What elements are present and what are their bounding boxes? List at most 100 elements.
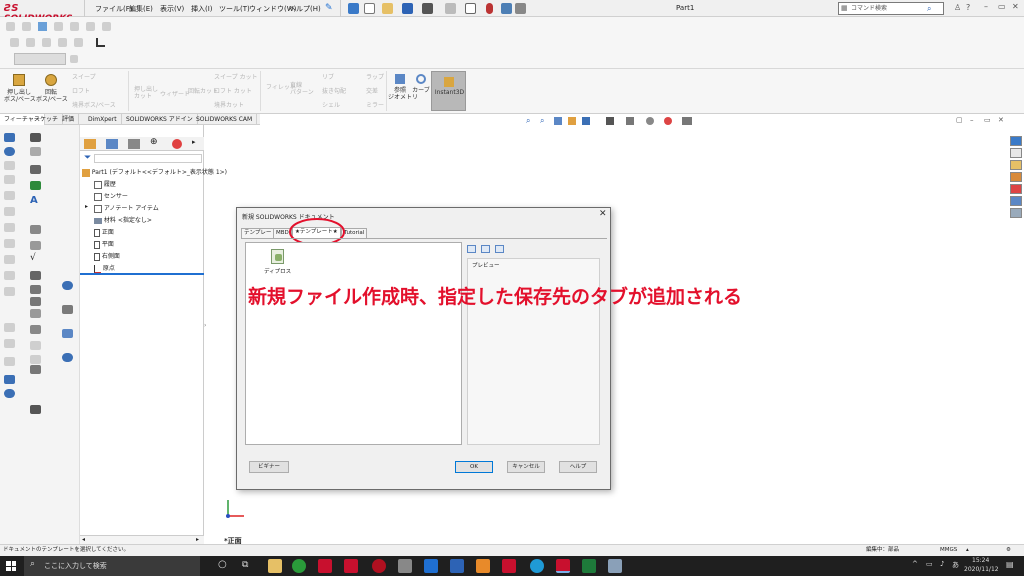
- tree-item-right-plane[interactable]: 右側面: [94, 251, 120, 261]
- task-view-icon[interactable]: ⧉: [242, 560, 248, 570]
- filter-icon[interactable]: ⏷: [84, 153, 91, 163]
- rib-button[interactable]: リブ: [322, 72, 334, 81]
- tab-evaluate[interactable]: 評価: [58, 114, 80, 125]
- tool-icon[interactable]: [4, 339, 15, 348]
- solidworks-active-taskbar-icon[interactable]: [556, 559, 570, 573]
- help-button[interactable]: ?: [966, 3, 970, 12]
- rollback-bar[interactable]: [80, 273, 204, 275]
- units-dropdown-icon[interactable]: ▴: [966, 545, 969, 556]
- menu-insert[interactable]: 挿入(I): [191, 4, 213, 14]
- previous-view-icon[interactable]: [554, 117, 562, 125]
- tool-icon[interactable]: [10, 38, 19, 47]
- new-document-icon[interactable]: [364, 3, 375, 14]
- tool-icon[interactable]: [30, 355, 41, 364]
- tab-solidworks-cam[interactable]: SOLIDWORKS CAM: [192, 114, 258, 125]
- datum-target-icon[interactable]: [30, 297, 41, 306]
- tool-icon[interactable]: [38, 22, 47, 31]
- notification-icon[interactable]: ▤: [1006, 560, 1014, 569]
- boundary-boss-button[interactable]: 境界ボス/ベース: [72, 100, 116, 109]
- dx-taskbar-icon[interactable]: [502, 559, 516, 573]
- chrome-taskbar-icon[interactable]: [292, 559, 306, 573]
- cortana-icon[interactable]: ○: [218, 559, 227, 570]
- tool-icon[interactable]: [54, 22, 63, 31]
- tool-icon[interactable]: [4, 271, 15, 280]
- save-icon[interactable]: [402, 3, 413, 14]
- file-explorer-icon[interactable]: [1010, 160, 1022, 170]
- menu-file[interactable]: ファイル(F): [95, 4, 133, 14]
- linear-pattern-button[interactable]: 直線 パターン: [290, 82, 314, 96]
- list-view-button[interactable]: [481, 245, 490, 253]
- solidworks-resources-icon[interactable]: [1010, 136, 1022, 146]
- appearance-icon[interactable]: [664, 117, 672, 125]
- tool-icon[interactable]: [62, 353, 73, 362]
- wrap-button[interactable]: ラップ: [366, 72, 384, 81]
- restore-button[interactable]: ▭: [998, 2, 1006, 11]
- dynamic-annotation-icon[interactable]: [582, 117, 590, 125]
- tool-icon[interactable]: [4, 161, 15, 170]
- tool-icon[interactable]: [4, 255, 15, 264]
- solidworks-forum-icon[interactable]: [1010, 208, 1022, 218]
- tool-icon[interactable]: [74, 38, 83, 47]
- sweep-boss-button[interactable]: スイープ: [72, 72, 96, 81]
- intersect-button[interactable]: 交差: [366, 86, 378, 95]
- tree-item-sensors[interactable]: センサー: [94, 191, 128, 201]
- tray-overflow-icon[interactable]: ^: [912, 560, 918, 568]
- mirror-button[interactable]: ミラー: [366, 100, 384, 109]
- solidworks-2016-taskbar-icon[interactable]: [344, 559, 358, 573]
- extrude-boss-button[interactable]: 押し出し ボス/ベース: [4, 72, 36, 110]
- curves-button[interactable]: カーブ: [412, 72, 430, 110]
- feature-manager-tab[interactable]: [84, 139, 96, 149]
- tree-item-history[interactable]: 履歴: [94, 179, 116, 189]
- taskbar-search-box[interactable]: ⌕ ここに入力して検索: [24, 556, 200, 576]
- outlook-taskbar-icon[interactable]: [424, 559, 438, 573]
- tool-icon[interactable]: [4, 191, 15, 200]
- network-icon[interactable]: ▭: [926, 560, 933, 568]
- zoom-to-fit-icon[interactable]: ⌕: [526, 116, 530, 126]
- tool-icon[interactable]: [30, 309, 41, 318]
- tool-icon[interactable]: [30, 365, 41, 374]
- weld-symbol-icon[interactable]: [30, 271, 41, 280]
- print-icon[interactable]: [422, 3, 433, 14]
- draft-button[interactable]: 抜き勾配: [322, 86, 346, 95]
- section-view-icon[interactable]: [568, 117, 576, 125]
- scroll-left-icon[interactable]: ◂: [82, 536, 85, 543]
- template-list[interactable]: ディプロス: [245, 242, 462, 445]
- rotate-view-icon[interactable]: [62, 281, 73, 290]
- command-search-input[interactable]: コマンド検索 ▦ ⌕: [838, 2, 944, 15]
- note-icon[interactable]: A: [30, 195, 38, 206]
- tool-icon[interactable]: [4, 175, 15, 184]
- clock-time[interactable]: 15:24: [972, 557, 989, 564]
- template-item-diplos[interactable]: ディプロス: [264, 249, 294, 279]
- tool-icon[interactable]: [26, 38, 35, 47]
- reference-geometry-button[interactable]: 参照 ジオメトリ: [388, 72, 418, 110]
- novice-button[interactable]: ビギナー: [249, 461, 289, 473]
- tree-item-top-plane[interactable]: 平面: [94, 239, 114, 249]
- clock-date[interactable]: 2020/11/12: [964, 566, 999, 573]
- app-taskbar-icon[interactable]: [476, 559, 490, 573]
- tool-icon[interactable]: [86, 22, 95, 31]
- display-style-icon[interactable]: [626, 117, 634, 125]
- rotate-icon[interactable]: [4, 147, 15, 156]
- tool-icon[interactable]: [22, 22, 31, 31]
- table-icon[interactable]: [30, 405, 41, 414]
- doc-close-button[interactable]: ✕: [998, 116, 1004, 124]
- details-view-button[interactable]: [495, 245, 504, 253]
- open-icon[interactable]: [382, 3, 393, 14]
- format-painter-icon[interactable]: [30, 181, 41, 190]
- sweep-cut-button[interactable]: スイープ カット: [214, 72, 258, 81]
- app-taskbar-icon[interactable]: [450, 559, 464, 573]
- tree-filter-input[interactable]: [94, 154, 202, 163]
- menu-tools[interactable]: ツール(T): [219, 4, 250, 14]
- tool-icon[interactable]: [30, 241, 41, 250]
- home-icon[interactable]: [348, 3, 359, 14]
- ok-button[interactable]: OK: [455, 461, 493, 473]
- solidworks-logo[interactable]: ƧS SOLIDWORKS: [4, 3, 84, 24]
- menu-view[interactable]: 表示(V): [160, 4, 184, 14]
- select-icon[interactable]: [465, 3, 476, 14]
- panel-collapse-handle[interactable]: ›: [204, 322, 206, 329]
- tool-icon[interactable]: [6, 22, 15, 31]
- hole-wizard-button[interactable]: ウィザード: [160, 89, 190, 98]
- instant3d-button[interactable]: Instant3D: [431, 71, 466, 111]
- windows-start-icon[interactable]: [6, 561, 16, 571]
- minimize-button[interactable]: –: [984, 2, 988, 11]
